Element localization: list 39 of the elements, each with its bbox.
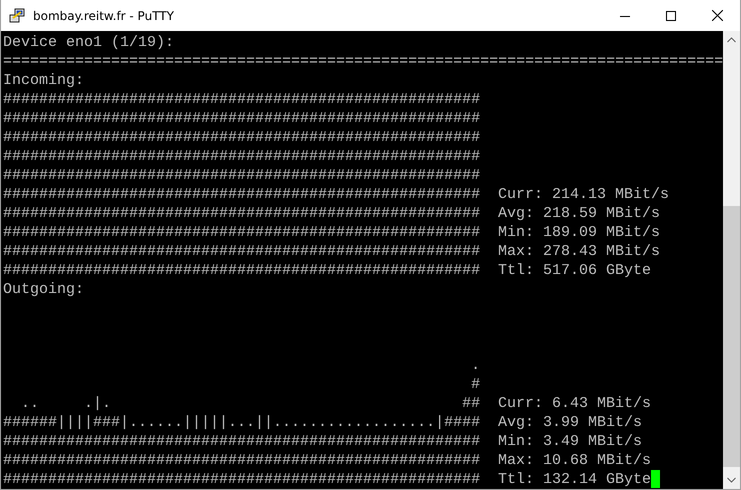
computer-icon [9,8,25,24]
traffic-graph-row: ##################################################### [3,204,480,223]
maximize-icon [666,10,676,20]
traffic-stat: Min: 189.09 MBit/s [498,223,660,242]
terminal-text: Outgoing: [3,280,84,299]
traffic-graph-row: ##################################################### [3,242,480,261]
traffic-graph-row: ##################################################### [3,166,480,185]
traffic-graph-row: ##################################################### [3,223,480,242]
traffic-graph-row: ##################################################### [3,432,480,451]
traffic-graph-row: ##################################################### [3,470,480,489]
terminal-text: Incoming: [3,71,84,90]
separator-line: ================================================================================ [3,52,723,71]
traffic-stat: Avg: 3.99 MBit/s [498,413,642,432]
traffic-graph-row: ##################################################### [3,109,480,128]
traffic-graph-row: ######||||###|......|||||...||..................|#### [3,413,480,432]
traffic-graph-row-text: . [470,356,480,375]
scroll-down-icon[interactable] [727,477,736,483]
scroll-thumb[interactable] [723,206,740,467]
traffic-stat: Curr: 6.43 MBit/s [498,394,652,413]
traffic-stat: Min: 3.49 MBit/s [498,432,642,451]
terminal-text: Device eno1 (1/19): [3,33,174,52]
traffic-stat: Curr: 214.13 MBit/s [498,185,670,204]
window-title: bombay.reitw.fr - PuTTY [33,8,174,22]
traffic-stat: Max: 278.43 MBit/s [498,242,660,261]
traffic-stat: Ttl: 132.14 GByte [498,470,652,489]
traffic-graph-row: ##################################################### [3,451,480,470]
close-icon [712,10,722,21]
scrollbar[interactable] [723,31,740,489]
traffic-stat: Ttl: 517.06 GByte [498,261,652,280]
scroll-up-icon[interactable] [727,37,736,43]
traffic-graph-row: ##################################################### [3,261,480,280]
traffic-graph-row-text: # [470,375,480,394]
traffic-graph-row: ##################################################### [3,185,480,204]
traffic-stat: Avg: 218.59 MBit/s [498,204,660,223]
traffic-graph-row: ##################################################### [3,90,480,109]
traffic-stat: Max: 10.68 MBit/s [498,451,652,470]
traffic-graph-row: ##################################################### [3,128,480,147]
traffic-graph-row-text: .. .|. ## [20,394,480,413]
traffic-graph-row: ##################################################### [3,147,480,166]
